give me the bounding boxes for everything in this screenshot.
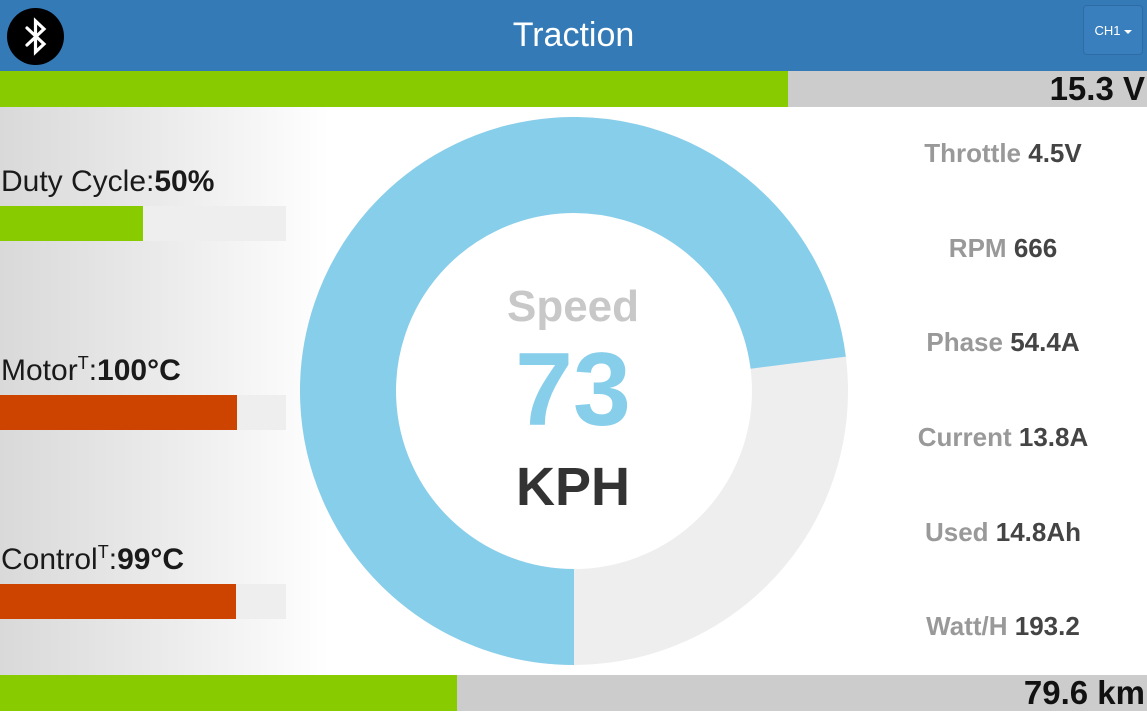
watth-label: Watt/H xyxy=(926,611,1008,641)
control-temp-bar xyxy=(0,584,286,619)
rpm-label: RPM xyxy=(948,233,1007,263)
used-label: Used xyxy=(924,517,989,547)
speed-label: Speed xyxy=(506,282,640,331)
motor-temp-colon: : xyxy=(88,354,98,387)
throttle-label: Throttle xyxy=(924,138,1022,168)
motor-temp-value: 100°C xyxy=(97,354,181,387)
app-header: Traction CH1 xyxy=(0,0,1147,71)
distance-bar: 79.6 km xyxy=(0,674,1147,711)
duty-cycle-fill xyxy=(0,206,143,241)
control-temp-name: Control xyxy=(1,543,98,576)
battery-voltage-text: 15.3 V xyxy=(1049,70,1145,107)
duty-cycle-name: Duty Cycle: xyxy=(1,165,155,198)
control-temp-label: ControlT:99°C xyxy=(1,543,184,577)
control-temp-value: 99°C xyxy=(117,543,185,576)
page-title: Traction xyxy=(512,16,635,54)
current-value: 13.8A xyxy=(1018,422,1089,452)
phase-value: 54.4A xyxy=(1010,327,1080,357)
used-stat: Used 14.8Ah xyxy=(860,517,1146,548)
duty-cycle-label: Duty Cycle:50% xyxy=(1,165,214,199)
control-temp-fill xyxy=(0,584,236,619)
duty-cycle-bar xyxy=(0,206,286,241)
throttle-stat: Throttle 4.5V xyxy=(860,138,1146,169)
used-value: 14.8Ah xyxy=(995,517,1082,547)
phase-label: Phase xyxy=(926,327,1003,357)
phase-stat: Phase 54.4A xyxy=(860,327,1146,358)
duty-cycle-value: 50% xyxy=(154,165,215,198)
channel-label: CH1 xyxy=(1094,23,1121,38)
distance-text: 79.6 km xyxy=(1023,674,1145,711)
watth-value: 193.2 xyxy=(1014,611,1080,641)
motor-temp-sup: T xyxy=(77,353,89,373)
throttle-value: 4.5V xyxy=(1028,138,1082,168)
control-temp-sup: T xyxy=(97,542,109,562)
rpm-stat: RPM 666 xyxy=(860,233,1146,264)
current-label: Current xyxy=(917,422,1012,452)
distance-fill xyxy=(0,675,457,711)
battery-voltage-bar: 15.3 V xyxy=(0,70,1147,107)
motor-temp-name: Motor xyxy=(1,354,78,387)
speed-unit: KPH xyxy=(515,457,630,517)
channel-dropdown[interactable]: CH1 xyxy=(1083,5,1143,55)
motor-temp-fill xyxy=(0,395,238,430)
speed-value: 73 xyxy=(515,332,631,448)
motor-temp-bar xyxy=(0,395,286,430)
watth-stat: Watt/H 193.2 xyxy=(860,611,1146,642)
control-temp-colon: : xyxy=(108,543,118,576)
battery-voltage-fill xyxy=(0,71,788,107)
motor-temp-label: MotorT:100°C xyxy=(1,354,181,388)
rpm-value: 666 xyxy=(1013,233,1058,263)
caret-down-icon xyxy=(1123,29,1132,34)
current-stat: Current 13.8A xyxy=(860,422,1146,453)
